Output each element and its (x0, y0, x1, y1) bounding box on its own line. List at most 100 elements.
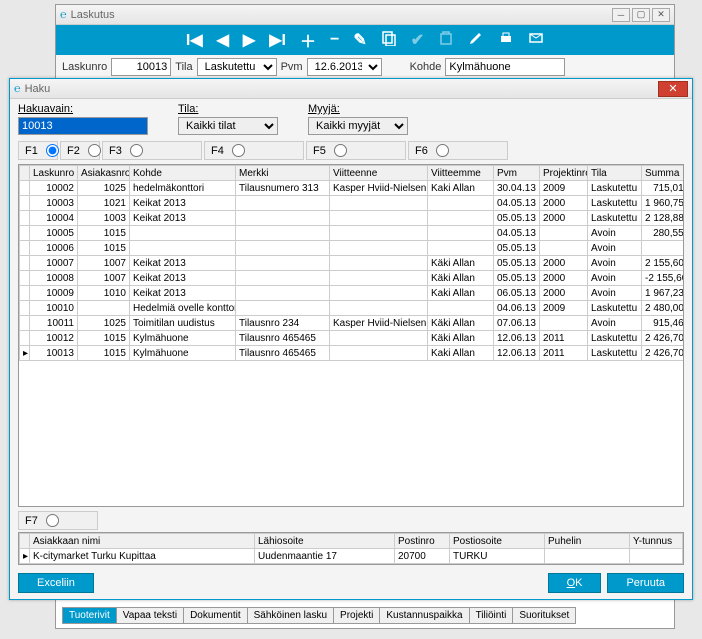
filter-row: Hakuavain: Tila: Kaikki tilat Myyjä: Kai… (10, 99, 692, 139)
col-header[interactable]: Tila (588, 166, 642, 181)
search-tila-select[interactable]: Kaikki tilat (178, 117, 278, 135)
search-dialog: ℮ Haku ✕ Hakuavain: Tila: Kaikki tilat M… (9, 78, 693, 600)
table-row[interactable]: 10010Hedelmiä ovelle konttori04.06.13200… (20, 301, 685, 316)
tila-label: Tila (175, 61, 192, 73)
table-row[interactable]: 100031021Keikat 201304.05.132000Laskutet… (20, 196, 685, 211)
tab-kustannuspaikka[interactable]: Kustannuspaikka (379, 607, 469, 624)
tila-select[interactable]: Laskutettu (197, 58, 277, 76)
bottom-tabs: TuoterivitVapaa tekstiDokumentitSähköine… (62, 607, 575, 624)
table-row[interactable]: 100041003Keikat 201305.05.132000Laskutet… (20, 211, 685, 226)
col-header[interactable]: Y-tunnus (630, 534, 683, 549)
col-header[interactable]: Asiakkaan nimi (30, 534, 255, 549)
f7-group: F7 (18, 511, 98, 530)
mail-icon[interactable] (528, 30, 544, 51)
fgroup-row: F1F2F3F4F5F6 (10, 139, 692, 162)
results-grid[interactable]: LaskunroAsiakasnroKohdeMerkkiViitteenneV… (18, 164, 684, 507)
search-titlebar: ℮ Haku ✕ (10, 79, 692, 99)
table-row[interactable]: ▸K-citymarket Turku KupittaaUudenmaantie… (20, 549, 683, 564)
main-titlebar: ℮ Laskutus ─ ▢ ✕ (56, 5, 674, 25)
table-row[interactable]: 10006101505.05.13Avoin (20, 241, 685, 256)
kohde-label: Kohde (410, 61, 442, 73)
tab-sähköinen-lasku[interactable]: Sähköinen lasku (247, 607, 334, 624)
f4-radio[interactable] (232, 144, 245, 157)
ok-button[interactable]: OK (548, 573, 602, 593)
delete-icon[interactable] (438, 30, 454, 51)
edit-icon[interactable]: ✎ (353, 30, 366, 50)
fgroup-f1: F1 (18, 141, 58, 160)
hakuavain-input[interactable] (18, 117, 148, 135)
copy-icon[interactable] (381, 30, 397, 51)
f3-radio[interactable] (130, 144, 143, 157)
app-logo-icon: ℮ (14, 83, 21, 95)
window-title: Laskutus (71, 9, 612, 21)
prev-icon[interactable]: ◀ (217, 30, 229, 50)
remove-icon[interactable]: − (330, 31, 339, 49)
table-row[interactable]: 100111025Toimitilan uudistusTilausnro 23… (20, 316, 685, 331)
f1-radio[interactable] (46, 144, 59, 157)
tab-dokumentit[interactable]: Dokumentit (183, 607, 248, 624)
col-header[interactable]: Lähiosoite (255, 534, 395, 549)
main-toolbar: I◀ ◀ ▶ ▶I ＋ − ✎ ✔ (56, 25, 674, 55)
fgroup-f4: F4 (204, 141, 304, 160)
table-row[interactable]: 100021025hedelmäkonttoriTilausnumero 313… (20, 181, 685, 196)
col-header[interactable]: Viitteemme (428, 166, 494, 181)
f6-radio[interactable] (436, 144, 449, 157)
excel-button[interactable]: Exceliin (18, 573, 94, 593)
col-header[interactable]: Postiosoite (450, 534, 545, 549)
fgroup-f2: F2 (60, 141, 100, 160)
myyja-label: Myyjä: (308, 103, 408, 115)
close-dialog-button[interactable]: ✕ (658, 81, 688, 97)
main-form-row: Laskunro Tila Laskutettu Pvm 12.6.2013 K… (56, 55, 674, 79)
laskunro-input[interactable] (111, 58, 171, 76)
col-header[interactable]: Viitteenne (330, 166, 428, 181)
table-row[interactable]: 10005101504.05.13Avoin280,55 e (20, 226, 685, 241)
f2-radio[interactable] (88, 144, 101, 157)
myyja-select[interactable]: Kaikki myyjät (308, 117, 408, 135)
tab-tuoterivit[interactable]: Tuoterivit (62, 607, 117, 624)
col-header[interactable]: Postinro (395, 534, 450, 549)
search-tila-label: Tila: (178, 103, 278, 115)
brush-icon[interactable] (468, 30, 484, 51)
table-row[interactable]: 100091010Keikat 2013Kaki Allan06.05.1320… (20, 286, 685, 301)
fgroup-f6: F6 (408, 141, 508, 160)
col-header[interactable]: Projektinro (540, 166, 588, 181)
laskunro-label: Laskunro (62, 61, 107, 73)
hakuavain-label: Hakuavain: (18, 103, 148, 115)
col-header[interactable]: Laskunro (30, 166, 78, 181)
kohde-input[interactable] (445, 58, 565, 76)
pvm-label: Pvm (281, 61, 303, 73)
col-header[interactable]: Asiakasnro (78, 166, 130, 181)
app-logo-icon: ℮ (60, 9, 67, 21)
table-row[interactable]: 100081007Keikat 2013Käki Allan05.05.1320… (20, 271, 685, 286)
col-header[interactable]: Merkki (236, 166, 330, 181)
add-icon[interactable]: ＋ (300, 28, 316, 52)
tab-vapaa-teksti[interactable]: Vapaa teksti (116, 607, 184, 624)
check-icon[interactable]: ✔ (411, 30, 424, 50)
col-header[interactable]: Pvm (494, 166, 540, 181)
print-icon[interactable] (498, 30, 514, 51)
col-header[interactable]: Puhelin (545, 534, 630, 549)
last-icon[interactable]: ▶I (269, 30, 286, 50)
tab-projekti[interactable]: Projekti (333, 607, 380, 624)
maximize-button[interactable]: ▢ (632, 8, 650, 22)
tab-suoritukset[interactable]: Suoritukset (512, 607, 576, 624)
fgroup-f3: F3 (102, 141, 202, 160)
first-icon[interactable]: I◀ (186, 30, 203, 50)
col-header[interactable]: Summa (642, 166, 685, 181)
close-button[interactable]: ✕ (652, 8, 670, 22)
table-row[interactable]: 100121015KylmähuoneTilausnro 465465Käki … (20, 331, 685, 346)
search-title: Haku (25, 83, 658, 95)
next-icon[interactable]: ▶ (243, 30, 255, 50)
col-header[interactable]: Kohde (130, 166, 236, 181)
minimize-button[interactable]: ─ (612, 8, 630, 22)
customer-grid[interactable]: Asiakkaan nimiLähiosoitePostinroPostioso… (18, 532, 684, 565)
f7-radio[interactable] (46, 514, 59, 527)
table-row[interactable]: 100071007Keikat 2013Käki Allan05.05.1320… (20, 256, 685, 271)
f5-radio[interactable] (334, 144, 347, 157)
table-row[interactable]: ▸100131015KylmähuoneTilausnro 465465Kaki… (20, 346, 685, 361)
pvm-select[interactable]: 12.6.2013 (307, 58, 382, 76)
fgroup-f5: F5 (306, 141, 406, 160)
dialog-buttons: Exceliin OK Peruuta (10, 567, 692, 599)
cancel-button[interactable]: Peruuta (607, 573, 684, 593)
tab-tiliöinti[interactable]: Tiliöinti (469, 607, 514, 624)
